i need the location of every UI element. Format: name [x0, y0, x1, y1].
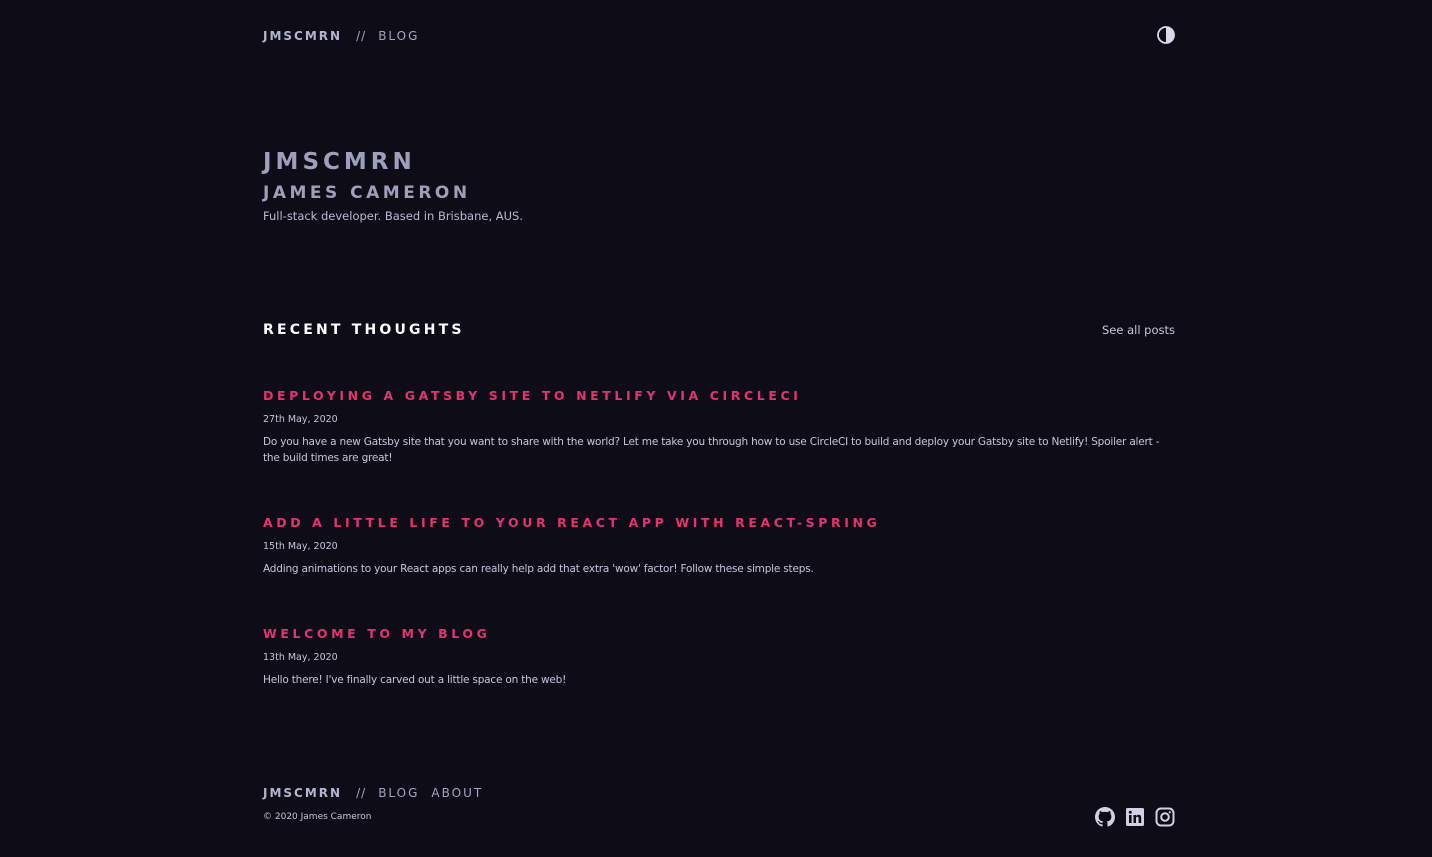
footer-nav: JMSCMRN // BLOG ABOUT — [263, 784, 495, 802]
github-icon[interactable] — [1095, 807, 1115, 827]
post-date: 13th May, 2020 — [263, 652, 338, 663]
post-item: ADD A LITTLE LIFE TO YOUR REACT APP WITH… — [263, 514, 1175, 577]
theme-toggle-icon[interactable] — [1157, 26, 1175, 44]
post-title-link[interactable]: DEPLOYING A GATSBY SITE TO NETLIFY VIA C… — [263, 387, 1175, 405]
social-links — [1095, 807, 1175, 827]
see-all-posts-link[interactable]: See all posts — [1102, 322, 1175, 338]
post-excerpt: Adding animations to your React apps can… — [263, 563, 814, 575]
post-item: DEPLOYING A GATSBY SITE TO NETLIFY VIA C… — [263, 387, 1175, 466]
top-nav: JMSCMRN // BLOG — [263, 26, 1175, 45]
nav-blog-link[interactable]: BLOG — [378, 29, 419, 43]
hero-handle: JMSCMRN — [263, 149, 416, 175]
post-excerpt: Hello there! I've finally carved out a l… — [263, 674, 567, 686]
hero-tagline: Full-stack developer. Based in Brisbane,… — [263, 209, 524, 223]
post-title-link[interactable]: ADD A LITTLE LIFE TO YOUR REACT APP WITH… — [263, 514, 1175, 532]
post-title-link[interactable]: WELCOME TO MY BLOG — [263, 625, 1175, 643]
instagram-icon[interactable] — [1155, 807, 1175, 827]
footer-blog-link[interactable]: BLOG — [378, 786, 419, 800]
post-excerpt: Do you have a new Gatsby site that you w… — [263, 436, 1160, 464]
footer-separator: // — [356, 786, 367, 800]
footer-about-link[interactable]: ABOUT — [431, 786, 483, 800]
post-item: WELCOME TO MY BLOG 13th May, 2020 Hello … — [263, 625, 1175, 688]
nav-separator: // — [356, 29, 367, 43]
footer-brand-link[interactable]: JMSCMRN — [263, 786, 342, 800]
linkedin-icon[interactable] — [1125, 807, 1145, 827]
brand-link[interactable]: JMSCMRN — [263, 29, 342, 43]
recent-thoughts-heading: RECENT THOUGHTS — [263, 322, 465, 338]
hero-name: JAMES CAMERON — [263, 183, 471, 203]
post-date: 15th May, 2020 — [263, 541, 338, 552]
copyright: © 2020 James Cameron — [263, 812, 372, 822]
page: JMSCMRN // BLOG JMSCMRN JAMES CAMERON Fu… — [263, 0, 1175, 857]
post-date: 27th May, 2020 — [263, 414, 338, 425]
